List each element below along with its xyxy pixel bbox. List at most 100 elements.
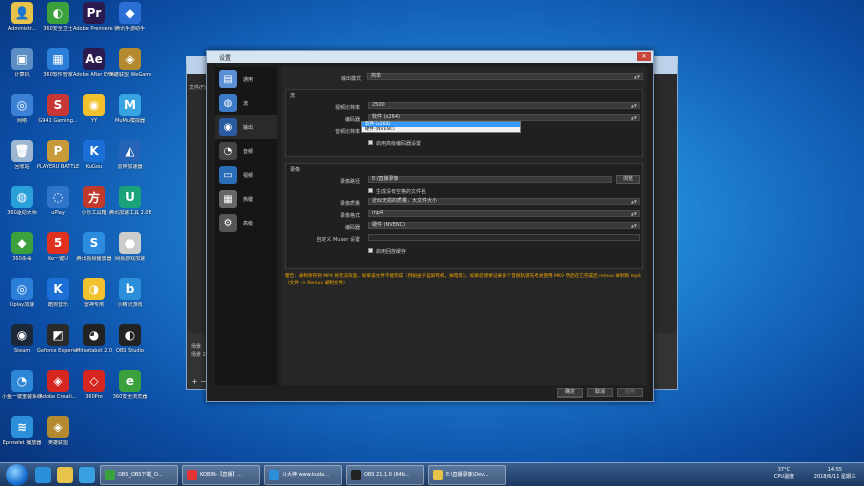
- ok-button[interactable]: 确定: [557, 388, 583, 397]
- stepper-icon[interactable]: ▲▼: [631, 103, 637, 108]
- desktop-icon-label: Uplay加速: [9, 302, 35, 308]
- desktop-icon[interactable]: ◆ 360杀毒: [2, 232, 42, 274]
- sidebar-item-label: 输出: [243, 124, 254, 131]
- desktop-icon[interactable]: ● 网易游戏加速: [110, 232, 150, 274]
- app-icon: ▦: [47, 48, 69, 70]
- chevron-down-icon: ▲▼: [630, 115, 637, 120]
- taskbar-button[interactable]: E:\直播录像\Dev...: [428, 464, 506, 485]
- sidebar-item-stream[interactable]: ◍ 流: [215, 91, 277, 115]
- cancel-button[interactable]: 取消: [587, 388, 613, 397]
- video-bitrate-input[interactable]: 2500 ▲▼: [368, 102, 640, 109]
- desktop-icon[interactable]: ◎ 网络: [2, 94, 42, 136]
- app-icon: ▣: [11, 48, 33, 70]
- record-quality-select[interactable]: 近似无损的质量，大文件大小 ▲▼: [368, 198, 640, 205]
- desktop-icon[interactable]: ◇ 360Pro: [74, 370, 114, 412]
- desktop-icon[interactable]: ▦ 360软件管家: [38, 48, 78, 90]
- app-icon: e: [119, 370, 141, 392]
- muxer-input[interactable]: [368, 234, 640, 241]
- apply-button[interactable]: 应用: [617, 388, 643, 397]
- taskbar-button-label: KOBIN-【直播】...: [200, 472, 243, 478]
- encoder-dropdown-list[interactable]: 软件 (x264) 硬件 (NVENC): [361, 121, 521, 133]
- stream-icon: ◍: [219, 94, 237, 112]
- ie-icon[interactable]: [35, 466, 51, 483]
- rec-encoder-select[interactable]: 硬件 (NVENC) ▲▼: [368, 222, 640, 229]
- encoder-select[interactable]: 软件 (x264) ▲▼: [368, 114, 640, 121]
- desktop-icon[interactable]: ◎ Uplay加速: [2, 278, 42, 320]
- app-icon: Pr: [83, 2, 105, 24]
- taskbar-button[interactable]: OBS_OBS下载_O...: [100, 464, 178, 485]
- sidebar-item-hotkey[interactable]: ▦ 热键: [215, 187, 277, 211]
- desktop-icon[interactable]: ◆ 腾讯手游助手: [110, 2, 150, 44]
- desktop-icon[interactable]: ◐ 360安全卫士: [38, 2, 78, 44]
- desktop-icon[interactable]: AeAdobe After Effects CC...: [73, 48, 115, 90]
- desktop-icon[interactable]: S 腾讯视频播放器: [74, 232, 114, 274]
- desktop-icon[interactable]: ▣ 计算机: [2, 48, 42, 90]
- app-icon: ◍: [11, 186, 33, 208]
- close-button[interactable]: ✕: [637, 52, 651, 61]
- clock[interactable]: 14:55 2018/6/11 星期三: [814, 467, 856, 481]
- taskbar-button[interactable]: KOBIN-【直播】...: [182, 464, 260, 485]
- advanced-encoder-checkbox[interactable]: [368, 140, 373, 145]
- sidebar-item-advanced[interactable]: ⚙ 高级: [215, 211, 277, 235]
- desktop-icon[interactable]: U 腾讯加速工具 2.0Beta: [109, 186, 151, 228]
- desktop-icon[interactable]: ◩ Geforce Experience: [37, 324, 79, 366]
- mumu-icon[interactable]: [79, 466, 95, 483]
- desktop-icon-label: 360杀毒: [12, 256, 32, 262]
- desktop-icon[interactable]: 方小乐工具箱: [74, 186, 114, 228]
- desktop-icon[interactable]: P PLAYERU BATTLEG...: [37, 140, 79, 182]
- start-button[interactable]: [6, 463, 28, 486]
- scene-item[interactable]: 场景: [191, 343, 201, 350]
- obs-menu-file[interactable]: 文件(F): [189, 84, 206, 91]
- desktop-icon[interactable]: S G941 Gaming...: [38, 94, 78, 136]
- explorer-icon[interactable]: [57, 466, 73, 483]
- sidebar-item-general[interactable]: ▤ 通用: [215, 67, 277, 91]
- desktop-icon[interactable]: K 酷狗音乐: [38, 278, 78, 320]
- desktop-icon[interactable]: K KuGou: [74, 140, 114, 182]
- desktop-icon[interactable]: Pr Adobe Premiere P...: [73, 2, 115, 44]
- sidebar-item-audio[interactable]: ◔ 音频: [215, 139, 277, 163]
- replay-buffer-label: 启用回放缓存: [376, 249, 407, 255]
- record-format-select[interactable]: mp4 ▲▼: [368, 210, 640, 217]
- add-scene-icon[interactable]: + −: [191, 377, 207, 386]
- sidebar-item-video[interactable]: ▭ 视频: [215, 163, 277, 187]
- record-path-input[interactable]: E:/直播录像: [368, 176, 612, 183]
- desktop-icon[interactable]: ◉ YY: [74, 94, 114, 136]
- app-icon: ◉: [11, 324, 33, 346]
- desktop-icon-label: 360Pro: [85, 394, 103, 400]
- desktop-icon[interactable]: ◕ Mitsetabot 2.0: [74, 324, 114, 366]
- desktop-icon[interactable]: M MuMu模拟器: [110, 94, 150, 136]
- desktop-icon[interactable]: 🗑 回收站: [2, 140, 42, 182]
- desktop-icon[interactable]: 5 Ke一键U: [38, 232, 78, 274]
- app-icon: ◐: [119, 324, 141, 346]
- replay-buffer-checkbox[interactable]: [368, 248, 373, 253]
- browse-button[interactable]: 浏览: [616, 175, 640, 184]
- cpu-temperature[interactable]: 37°C CPU温度: [774, 467, 794, 481]
- desktop-icon[interactable]: ◌ uPlay: [38, 186, 78, 228]
- desktop-icon[interactable]: e 360安全浏览器: [110, 370, 150, 412]
- taskbar-button[interactable]: OBS 21.1.0 (64b...: [346, 464, 424, 485]
- desktop-icon[interactable]: ◈ 英雄联盟: [38, 416, 78, 458]
- no-space-checkbox[interactable]: [368, 188, 373, 193]
- desktop-icon[interactable]: ◑ 雷神专用: [74, 278, 114, 320]
- desktop-icon[interactable]: ◈ Adobe Creati...: [38, 370, 78, 412]
- desktop-icon[interactable]: ◔ 小鱼一键重装系统: [2, 370, 42, 412]
- desktop-icon[interactable]: 👤 Administr...: [2, 2, 42, 44]
- desktop-icon-label: Adobe Creati...: [39, 394, 77, 400]
- desktop-icon-label: 小鱼一键重装系统: [2, 394, 43, 400]
- desktop-icon[interactable]: ◈ 英雄联盟 WeGame版: [109, 48, 151, 90]
- scene-item[interactable]: 场景 2: [191, 351, 206, 358]
- desktop-icon-label: 360安全浏览器: [112, 394, 148, 400]
- taskbar-button-label: 斗大神 www.kuda...: [282, 472, 329, 478]
- output-mode-select[interactable]: 简单 ▲▼: [367, 73, 643, 80]
- app-icon: 🗑: [11, 140, 33, 162]
- desktop-icon[interactable]: b 小精灵游戏: [110, 278, 150, 320]
- desktop-icon[interactable]: ◉ Steam: [2, 324, 42, 366]
- desktop-icon[interactable]: ◭ 雷神加速器: [110, 140, 150, 182]
- taskbar-button[interactable]: 斗大神 www.kuda...: [264, 464, 342, 485]
- app-icon: ●: [119, 232, 141, 254]
- desktop-icon[interactable]: ◐ OBS Studio: [110, 324, 150, 366]
- desktop-icon[interactable]: ≋ Eprowlet 播放器: [2, 416, 42, 458]
- dropdown-option[interactable]: 硬件 (NVENC): [362, 127, 520, 132]
- desktop-icon[interactable]: ◍ 360驱动大师: [2, 186, 42, 228]
- sidebar-item-output[interactable]: ◉ 输出: [215, 115, 277, 139]
